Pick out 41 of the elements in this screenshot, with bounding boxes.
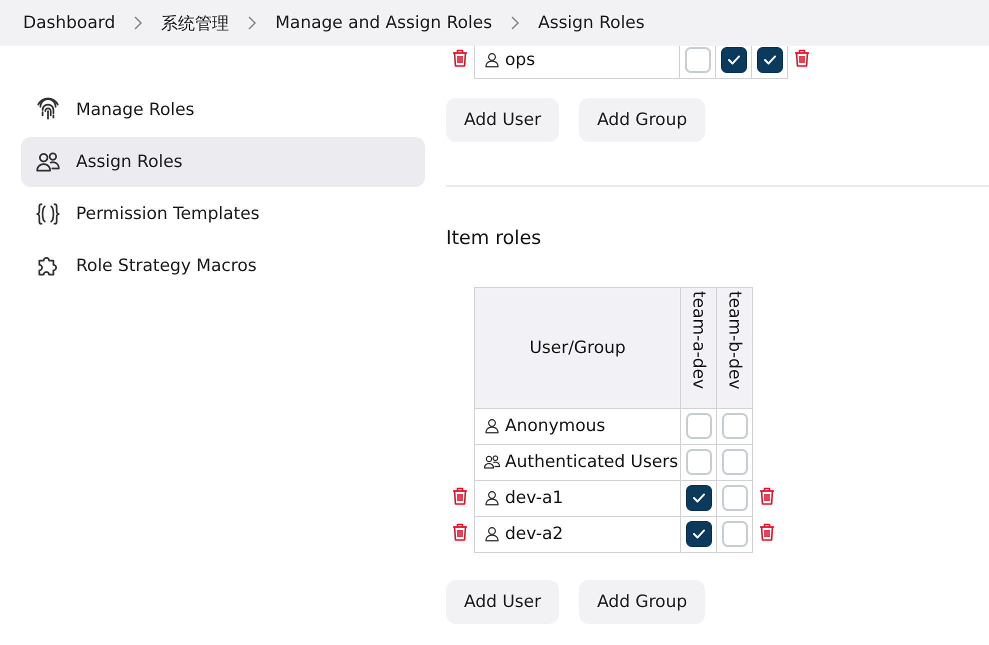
user-name: ops xyxy=(505,50,536,70)
add-button[interactable]: Add Group xyxy=(579,580,706,624)
checkbox[interactable] xyxy=(720,47,746,74)
column-header: User/Group xyxy=(474,287,681,408)
sidebar-item[interactable]: Permission Templates xyxy=(21,189,425,239)
user-icon xyxy=(483,51,501,69)
checkbox[interactable] xyxy=(686,521,712,547)
add-button[interactable]: Add User xyxy=(446,580,560,624)
braces-icon xyxy=(35,201,61,227)
sidebar-item[interactable]: Manage Roles xyxy=(21,85,425,135)
chevron-right-icon xyxy=(510,16,520,30)
user-name: Anonymous xyxy=(505,416,606,436)
add-button[interactable]: Add User xyxy=(446,98,560,142)
trash-icon xyxy=(759,487,776,505)
add-button[interactable]: Add Group xyxy=(579,98,706,142)
section-heading: Item roles xyxy=(446,226,542,248)
checkbox[interactable] xyxy=(756,47,782,74)
user-name: dev-a2 xyxy=(505,524,564,544)
sidebar-item[interactable]: Role Strategy Macros xyxy=(21,241,425,291)
breadcrumb-link[interactable]: 系统管理 xyxy=(161,12,230,34)
checkbox[interactable] xyxy=(686,485,712,511)
sidebar-item[interactable]: Assign Roles xyxy=(21,137,425,187)
user-name: dev-a1 xyxy=(505,488,564,508)
group-icon xyxy=(483,453,501,471)
checkmark-icon xyxy=(692,528,706,540)
column-header: team-a-dev xyxy=(680,287,717,408)
breadcrumb-link[interactable]: Dashboard xyxy=(23,13,116,33)
user-icon xyxy=(483,417,501,435)
user-icon xyxy=(483,489,501,507)
checkmark-icon xyxy=(692,492,706,504)
checkmark-icon xyxy=(762,54,776,66)
chevron-right-icon xyxy=(247,16,258,30)
column-header: team-b-dev xyxy=(716,287,753,408)
breadcrumb-link[interactable]: Manage and Assign Roles xyxy=(275,13,492,33)
trash-icon xyxy=(759,523,776,541)
user-name: Authenticated Users xyxy=(505,452,678,472)
breadcrumb-link[interactable]: Assign Roles xyxy=(538,13,645,33)
checkmark-icon xyxy=(726,54,740,66)
user-icon xyxy=(483,525,501,543)
trash-icon xyxy=(794,49,810,68)
chevron-right-icon xyxy=(133,16,144,30)
